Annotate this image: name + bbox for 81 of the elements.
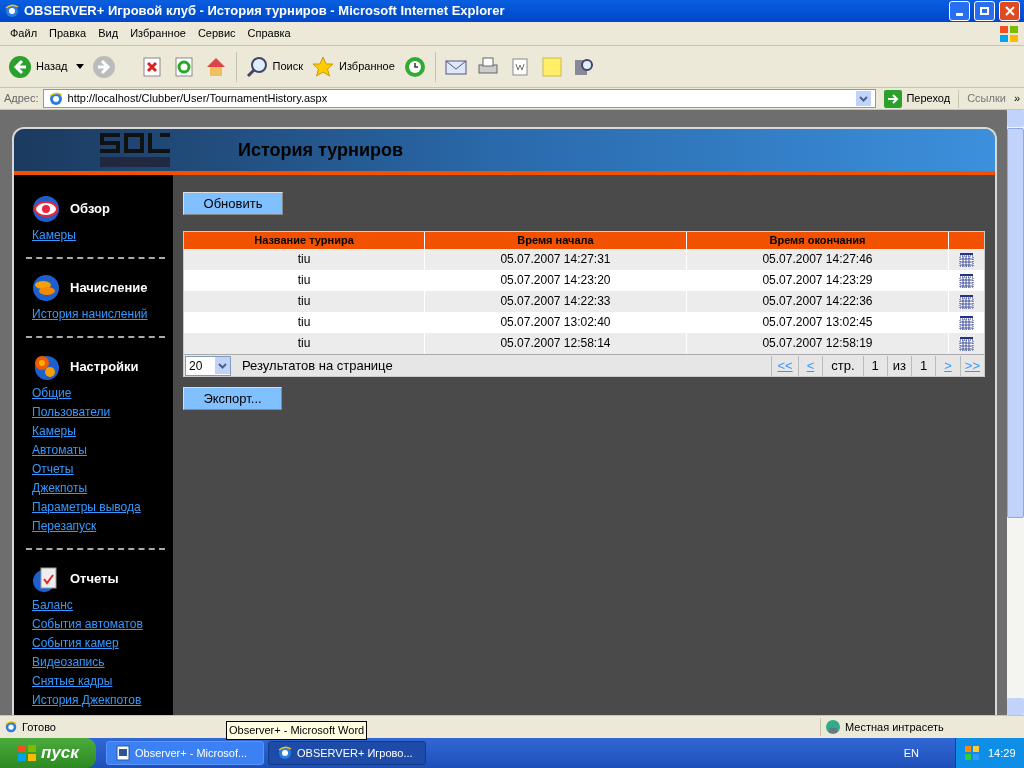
gear-icon [32,353,60,381]
menu-item[interactable]: Вид [92,25,125,42]
grid-icon[interactable] [959,252,974,267]
nav-link[interactable]: Камеры [32,424,76,439]
nav-link[interactable]: События камер [32,636,119,651]
favorites-button[interactable]: Избранное [311,54,395,79]
tooltip: Observer+ - Microsoft Word [226,721,368,740]
start-button[interactable]: пуск [0,738,96,768]
page-size-select[interactable]: 20 [185,355,231,376]
section-heading: Настройки [70,358,139,377]
close-icon [1004,6,1015,16]
coins-icon [32,274,60,302]
search-button[interactable]: Поиск [244,54,303,79]
of-label: из [886,356,911,376]
refresh-button[interactable]: Обновить [183,192,283,216]
nav-link[interactable]: Баланс [32,598,73,613]
taskbar-button[interactable]: OBSERVER+ Игрово... [268,741,426,765]
report-icon [32,565,60,593]
nav-link[interactable]: Общие [32,386,72,401]
menu-item[interactable]: Правка [43,25,93,42]
language-indicator[interactable]: EN [903,744,919,762]
nav-link[interactable]: Снятые кадры [32,674,113,689]
dropdown-icon[interactable] [856,91,872,106]
eye-icon [32,195,60,223]
go-button[interactable]: Переход [880,89,955,108]
windows-logo-icon [998,23,1020,44]
menu-item[interactable]: Справка [241,25,297,42]
grid-icon[interactable] [959,336,974,351]
nav-link[interactable]: История начислений [32,307,148,322]
links-label[interactable]: Ссылки [963,90,1010,107]
window-title: OBSERVER+ Игровой клуб - История турниров - Microsoft Internet Explorer [24,2,506,21]
windows-logo-icon [17,744,38,762]
section-heading: Обзор [70,200,110,219]
tray-icon[interactable] [964,745,980,761]
status-text: Готово [22,719,56,735]
minimize-button[interactable] [949,1,970,21]
caret-icon[interactable] [75,63,84,70]
dropdown-icon[interactable] [215,357,230,375]
search-icon [244,54,269,79]
scrollbar[interactable] [1007,110,1024,715]
nav-link[interactable]: Автоматы [32,443,87,458]
back-button[interactable]: Назад [8,54,68,79]
close-button[interactable] [999,1,1020,21]
zone-label: Местная интрасеть [845,719,944,735]
section-heading: Начисление [70,279,148,298]
page-title: История турниров [238,138,404,162]
history-icon[interactable] [402,54,427,79]
grid-icon[interactable] [959,315,974,330]
grid-icon[interactable] [959,273,974,288]
section-heading: Отчеты [70,570,119,589]
nav-link[interactable]: Перезапуск [32,519,97,534]
star-icon [311,54,335,79]
nav-link[interactable]: Пользователи [32,405,111,420]
nav-link[interactable]: Отчеты [32,462,74,477]
nav-link[interactable]: Джекпоты [32,481,88,496]
nav-link[interactable]: История Джекпотов [32,693,142,708]
menu-item[interactable]: Файл [4,25,44,42]
menu-item[interactable]: Избранное [124,25,192,42]
clock: 14:29 [988,745,1016,761]
document-icon [115,745,131,761]
page-count: 1 [911,356,936,376]
page-label: стр. [822,356,863,376]
network-icon [825,719,841,735]
page-size-label: Результатов на странице [242,357,394,375]
browser-icon [4,3,20,19]
export-button[interactable]: Экспорт... [183,387,282,411]
browser-icon [47,90,64,107]
nav-link[interactable]: Камеры [32,228,76,243]
address-field[interactable]: http://localhost/Clubber/User/TournamentHistory.aspx [42,89,877,108]
browser-icon [277,745,293,761]
nav-link[interactable]: Видеозапись [32,655,105,670]
page-number: 1 [862,356,887,376]
taskbar-button[interactable]: Observer+ - Microsof... [106,741,264,765]
nav-link[interactable]: Параметры вывода [32,500,141,515]
browser-icon [4,720,18,734]
grid-icon[interactable] [959,294,974,309]
nav-link[interactable]: События автоматов [32,617,143,632]
more-links-chevron[interactable]: » [1013,90,1020,107]
address-label: Адрес: [4,91,39,107]
maximize-button[interactable] [974,1,995,21]
menu-item[interactable]: Сервис [191,25,242,42]
